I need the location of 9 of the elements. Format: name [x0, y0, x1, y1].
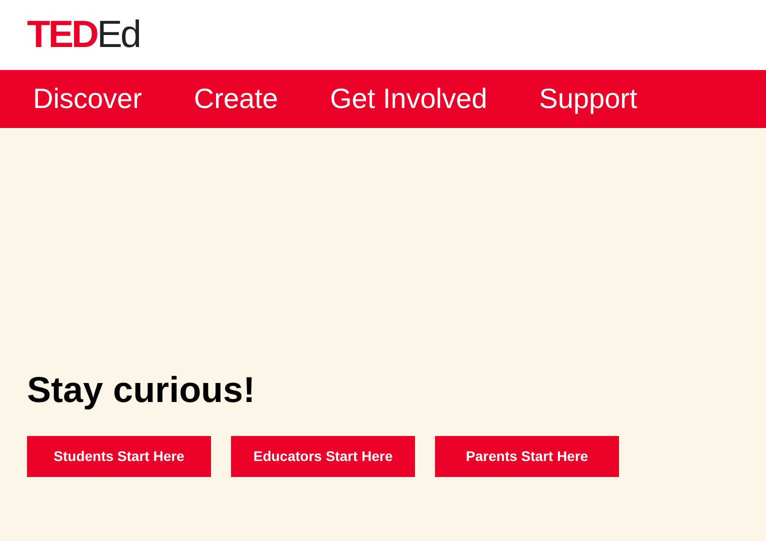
nav-link[interactable]: Get Involved: [330, 85, 488, 113]
nav-link[interactable]: Discover: [33, 85, 142, 113]
nav-link[interactable]: Create: [194, 85, 278, 113]
start-button[interactable]: Parents Start Here: [435, 436, 619, 477]
hero-heading: Stay curious!: [27, 372, 256, 408]
start-button[interactable]: Students Start Here: [27, 436, 211, 477]
nav-link[interactable]: Support: [539, 85, 638, 113]
start-button[interactable]: Educators Start Here: [231, 436, 415, 477]
logo[interactable]: TEDEd: [27, 16, 140, 54]
